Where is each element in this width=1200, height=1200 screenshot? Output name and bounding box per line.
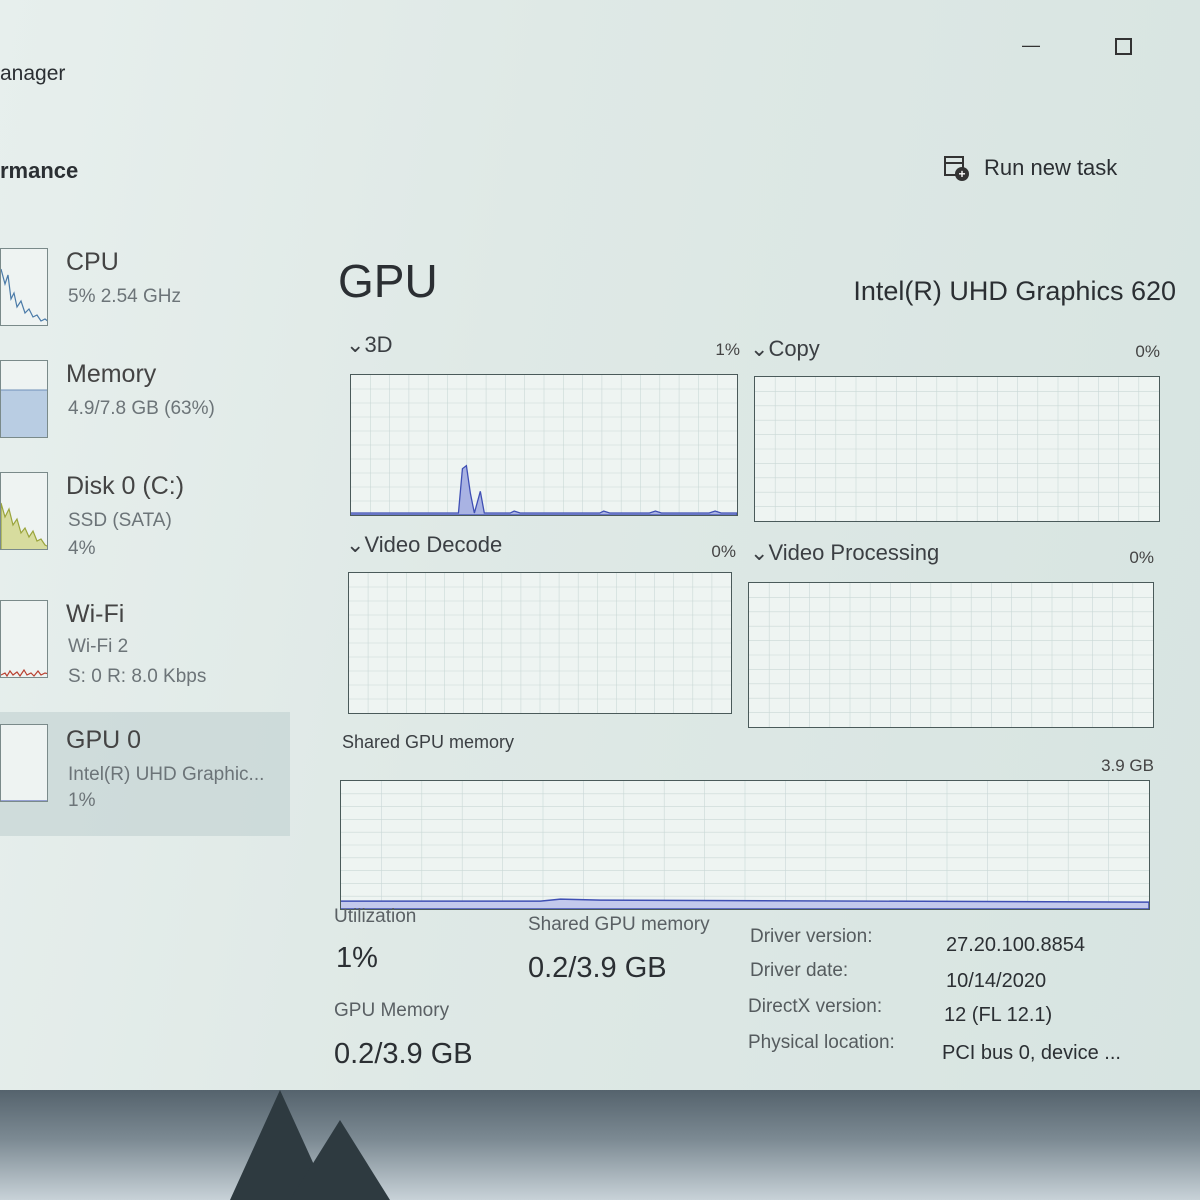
utilization-value: 1% — [336, 942, 378, 974]
directx-version-label: DirectX version: — [748, 996, 883, 1017]
shared-gpu-memory-value: 0.2/3.9 GB — [528, 952, 667, 984]
sidebar-item-name: Disk 0 (C:) — [66, 472, 185, 500]
sidebar-item-name: Memory — [66, 360, 157, 388]
gpu-memory-label: GPU Memory — [334, 1000, 450, 1021]
sidebar-item-detail: 4% — [68, 538, 96, 559]
tree-image — [290, 1120, 390, 1200]
run-new-task-label: Run new task — [984, 155, 1118, 180]
sidebar-item-detail: 5% 2.54 GHz — [68, 286, 181, 307]
chevron-down-icon: ⌄ — [750, 336, 769, 361]
sidebar-item-name: CPU — [66, 248, 119, 276]
app-title: anager — [0, 62, 66, 85]
driver-version-value: 27.20.100.8854 — [946, 934, 1086, 956]
gpu-heading: GPU — [338, 255, 438, 307]
sidebar-item-detail: SSD (SATA) — [68, 510, 172, 531]
engine-graph-copy — [754, 376, 1160, 522]
minimize-button[interactable]: — — [1016, 30, 1046, 60]
engine-selector-video-processing[interactable]: ⌄Video Processing — [750, 540, 939, 566]
engine-percent-copy: 0% — [1135, 342, 1160, 361]
sidebar-item-detail: Wi-Fi 2 — [68, 636, 129, 657]
gpu-memory-value: 0.2/3.9 GB — [334, 1038, 473, 1070]
gpu-detail-panel: GPU Intel(R) UHD Graphics 620 ⌄3D 1% ⌄Co… — [330, 240, 1190, 1090]
engine-graph-video-processing — [748, 582, 1154, 728]
gpu-model-name: Intel(R) UHD Graphics 620 — [853, 276, 1176, 306]
engine-graph-3d — [350, 374, 738, 516]
sidebar-item-detail: 4.9/7.8 GB (63%) — [68, 398, 215, 419]
run-new-task-button[interactable]: + Run new task — [942, 150, 1117, 186]
task-manager-window: anager — rmance + Run new task CPU 5% 2.… — [0, 0, 1200, 1090]
maximize-icon — [1114, 37, 1132, 55]
engine-percent-3d: 1% — [715, 340, 740, 359]
cpu-thumbnail-graph — [0, 248, 48, 326]
shared-memory-graph — [340, 780, 1150, 910]
performance-sidebar: CPU 5% 2.54 GHz Memory 4.9/7.8 GB (63%) … — [0, 240, 290, 840]
utilization-label: Utilization — [334, 906, 417, 927]
gpu-thumbnail-graph — [0, 724, 48, 802]
driver-date-label: Driver date: — [750, 960, 849, 981]
sidebar-item-memory[interactable]: Memory 4.9/7.8 GB (63%) — [0, 352, 290, 464]
engine-selector-3d[interactable]: ⌄3D — [346, 332, 393, 358]
sidebar-item-wifi[interactable]: Wi-Fi Wi-Fi 2 S: 0 R: 8.0 Kbps — [0, 592, 290, 704]
run-task-icon: + — [942, 154, 970, 182]
engine-selector-copy[interactable]: ⌄Copy — [750, 336, 820, 362]
shared-gpu-memory-label: Shared GPU memory — [528, 914, 710, 935]
engine-selector-video-decode[interactable]: ⌄Video Decode — [346, 532, 502, 558]
disk-thumbnail-graph — [0, 472, 48, 550]
engine-graph-video-decode — [348, 572, 732, 714]
chevron-down-icon: ⌄ — [750, 540, 769, 565]
sidebar-item-detail: 1% — [68, 790, 96, 811]
desktop-wallpaper — [0, 1090, 1200, 1200]
sidebar-item-disk[interactable]: Disk 0 (C:) SSD (SATA) 4% — [0, 464, 290, 576]
directx-version-value: 12 (FL 12.1) — [944, 1004, 1053, 1026]
wifi-thumbnail-graph — [0, 600, 48, 678]
minimize-icon: — — [1022, 35, 1040, 55]
memory-thumbnail-graph — [0, 360, 48, 438]
sidebar-item-name: GPU 0 — [66, 726, 142, 754]
maximize-button[interactable] — [1108, 30, 1138, 60]
physical-location-value: PCI bus 0, device ... — [942, 1042, 1121, 1064]
sidebar-item-gpu[interactable]: GPU 0 Intel(R) UHD Graphic... 1% — [0, 712, 290, 836]
page-title: rmance — [0, 158, 79, 183]
shared-memory-graph-label: Shared GPU memory — [342, 732, 515, 752]
engine-percent-video-processing: 0% — [1129, 548, 1154, 567]
engine-percent-video-decode: 0% — [711, 542, 736, 561]
shared-memory-graph-max: 3.9 GB — [1101, 756, 1154, 775]
sidebar-item-name: Wi-Fi — [66, 600, 125, 628]
sidebar-item-cpu[interactable]: CPU 5% 2.54 GHz — [0, 240, 290, 352]
sidebar-item-detail: S: 0 R: 8.0 Kbps — [68, 666, 207, 687]
driver-version-label: Driver version: — [750, 926, 873, 947]
chevron-down-icon: ⌄ — [346, 532, 365, 557]
driver-date-value: 10/14/2020 — [946, 970, 1047, 992]
sidebar-item-detail: Intel(R) UHD Graphic... — [68, 764, 265, 785]
physical-location-label: Physical location: — [748, 1032, 895, 1053]
chevron-down-icon: ⌄ — [346, 332, 365, 357]
title-bar: anager — — [0, 0, 1200, 115]
